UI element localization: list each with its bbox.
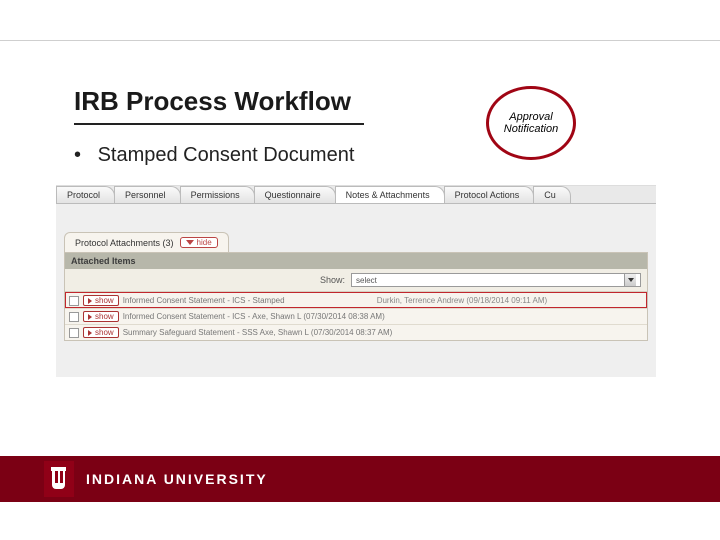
checkbox[interactable] [69, 328, 79, 338]
callout-text: Approval Notification [493, 111, 569, 135]
header-rule [0, 40, 720, 41]
slide-bullet: • Stamped Consent Document [74, 144, 434, 167]
hide-button[interactable]: hide [180, 237, 218, 248]
panel-header: Attached Items [65, 253, 647, 269]
dropdown-icon [624, 274, 636, 286]
footer-org: INDIANA UNIVERSITY [86, 471, 268, 487]
bullet-dot: • [74, 144, 92, 167]
tab-notes-attachments[interactable]: Notes & Attachments [335, 186, 445, 203]
tab-questionnaire[interactable]: Questionnaire [254, 186, 336, 203]
tab-protocol[interactable]: Protocol [56, 186, 115, 203]
iu-logo [44, 461, 74, 497]
iu-logo-icon [50, 467, 68, 491]
table-row[interactable]: show Summary Safeguard Statement - SSS A… [65, 324, 647, 340]
slide: IRB Process Workflow • Stamped Consent D… [0, 0, 720, 540]
section-protocol-attachments[interactable]: Protocol Attachments (3) hide [64, 232, 229, 252]
tab-overflow[interactable]: Cu [533, 186, 571, 203]
table-row[interactable]: show Informed Consent Statement - ICS - … [65, 292, 647, 308]
bullet-text: Stamped Consent Document [98, 144, 355, 166]
attachments-panel: Attached Items Show: select show Informe… [64, 252, 648, 341]
tab-permissions[interactable]: Permissions [180, 186, 255, 203]
tab-personnel[interactable]: Personnel [114, 186, 181, 203]
show-button[interactable]: show [83, 295, 119, 306]
checkbox[interactable] [69, 312, 79, 322]
chevron-down-icon [186, 240, 194, 245]
footer-bar: INDIANA UNIVERSITY [0, 456, 720, 502]
attachment-name: Informed Consent Statement - ICS - Stamp… [123, 296, 373, 305]
show-btn-label: show [95, 296, 114, 305]
tab-protocol-actions[interactable]: Protocol Actions [444, 186, 535, 203]
show-select-value: select [356, 276, 377, 285]
top-tabs: Protocol Personnel Permissions Questionn… [56, 186, 656, 204]
show-button[interactable]: show [83, 311, 119, 322]
filter-row: Show: select [65, 269, 647, 292]
attachment-meta: Durkin, Terrence Andrew (09/18/2014 09:1… [377, 296, 547, 305]
section-label: Protocol Attachments (3) [75, 238, 174, 248]
slide-title: IRB Process Workflow [74, 86, 364, 125]
chevron-right-icon [88, 298, 92, 304]
section-tabs: Protocol Attachments (3) hide [64, 232, 656, 252]
show-label: Show: [320, 275, 345, 285]
chevron-right-icon [88, 330, 92, 336]
attachment-name: Summary Safeguard Statement - SSS Axe, S… [123, 328, 393, 337]
show-select[interactable]: select [351, 273, 641, 287]
attachment-name: Informed Consent Statement - ICS - Axe, … [123, 312, 385, 321]
hide-label: hide [197, 238, 212, 247]
screenshot-panel: Protocol Personnel Permissions Questionn… [56, 185, 656, 377]
checkbox[interactable] [69, 296, 79, 306]
approval-callout: Approval Notification [486, 86, 576, 160]
chevron-right-icon [88, 314, 92, 320]
table-row[interactable]: show Informed Consent Statement - ICS - … [65, 308, 647, 324]
show-btn-label: show [95, 312, 114, 321]
show-button[interactable]: show [83, 327, 119, 338]
show-btn-label: show [95, 328, 114, 337]
